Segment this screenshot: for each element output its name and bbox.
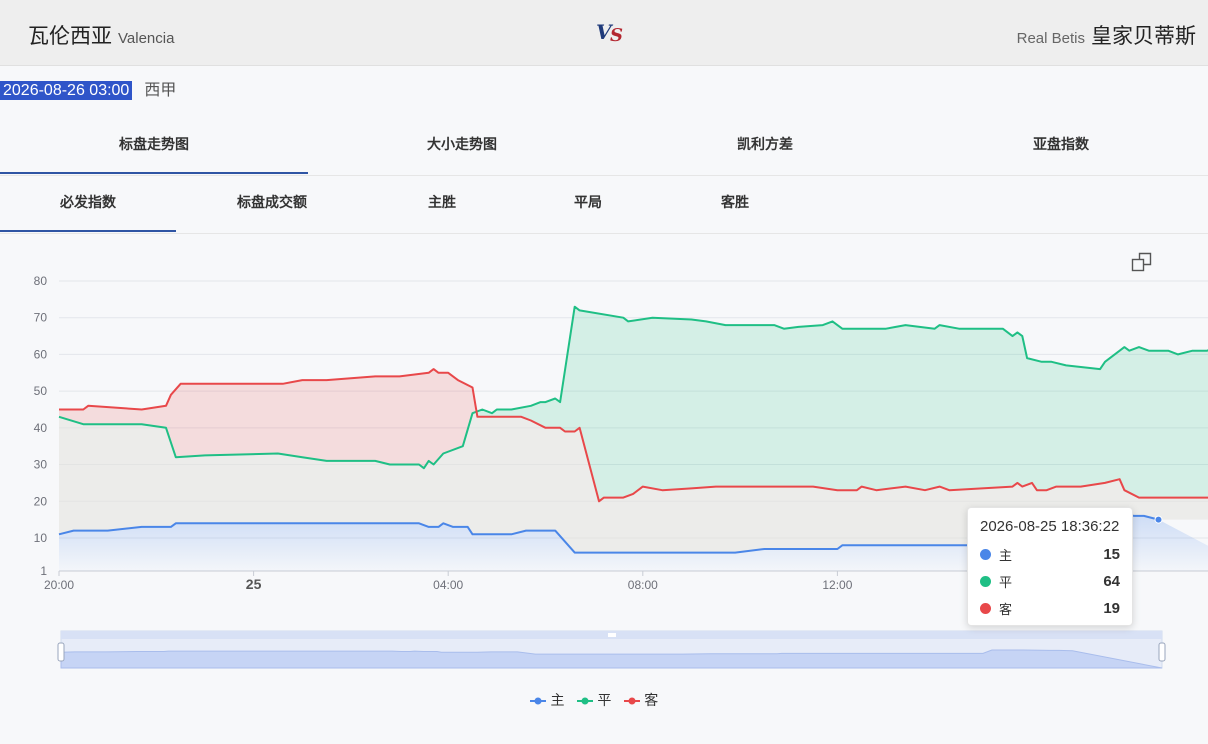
away-team-name-en: Real Betis	[1016, 30, 1085, 47]
tooltip-time: 2026-08-25 18:36:22	[980, 518, 1120, 535]
tooltip-value-home: 15	[1103, 546, 1120, 563]
tooltip-row-away: 客 19	[980, 595, 1120, 622]
y-tick-label: 10	[34, 531, 48, 545]
legend-item-draw[interactable]: 平	[576, 690, 612, 710]
match-header: 瓦伦西亚 Valencia V S Real Betis 皇家贝蒂斯	[0, 0, 1208, 66]
subtab-volume[interactable]: 标盘成交额	[176, 176, 368, 232]
y-tick-label: 20	[34, 494, 48, 508]
y-tick-label: 80	[34, 274, 48, 288]
match-info: 2026-08-26 03:00 西甲	[0, 76, 176, 100]
x-tick-label: 25	[246, 576, 262, 592]
tooltip-row-draw: 平 64	[980, 568, 1120, 595]
x-tick-label: 04:00	[433, 578, 463, 592]
x-tick-label: 20:00	[44, 578, 74, 592]
data-zoom-slider[interactable]	[57, 630, 1166, 669]
tooltip-value-away: 19	[1103, 600, 1120, 617]
series-point-home	[1154, 515, 1163, 524]
home-team-name-cn: 瓦伦西亚	[28, 24, 112, 48]
x-tick-label: 08:00	[628, 578, 658, 592]
chart-legend: 主 平 客	[530, 690, 666, 710]
tooltip-dot-away	[980, 603, 991, 614]
y-tick-label: 50	[34, 384, 48, 398]
vs-logo: V S	[596, 20, 630, 48]
subtab-betfair-index[interactable]: 必发指数	[0, 176, 176, 232]
zoom-handle-left	[57, 642, 65, 662]
tooltip-dot-home	[980, 549, 991, 560]
home-team[interactable]: 瓦伦西亚 Valencia	[28, 20, 174, 50]
legend-item-home[interactable]: 主	[530, 690, 564, 710]
tab-asian-handicap[interactable]: 亚盘指数	[914, 118, 1208, 174]
y-tick-label: 1	[40, 564, 47, 578]
vs-logo-s: S	[610, 25, 623, 46]
tooltip-label-home: 主	[999, 549, 1013, 564]
tab-kelly-variance[interactable]: 凯利方差	[616, 118, 914, 174]
y-axis: 1 10 20 30 40 50 60 70 80	[34, 274, 48, 578]
legend-label-home: 主	[550, 693, 565, 709]
x-axis: 20:00 25 04:00 08:00 12:00	[44, 571, 853, 592]
tab-handicap-trend[interactable]: 标盘走势图	[0, 118, 308, 174]
x-tick-label: 12:00	[822, 578, 852, 592]
legend-label-draw: 平	[597, 693, 612, 709]
y-tick-label: 40	[34, 421, 48, 435]
zoom-grip	[608, 633, 616, 637]
tooltip-dot-draw	[980, 576, 991, 587]
away-team-name-cn: 皇家贝蒂斯	[1091, 24, 1196, 48]
y-tick-label: 30	[34, 458, 48, 472]
y-tick-label: 70	[34, 311, 48, 325]
subtab-draw[interactable]: 平局	[516, 176, 660, 232]
y-tick-label: 60	[34, 347, 48, 361]
home-team-name-en: Valencia	[118, 30, 175, 47]
subtab-home-win[interactable]: 主胜	[368, 176, 516, 232]
tab-over-under-trend[interactable]: 大小走势图	[308, 118, 616, 174]
tooltip-label-draw: 平	[999, 576, 1013, 591]
tooltip-label-away: 客	[999, 603, 1013, 618]
main-tabs: 标盘走势图 大小走势图 凯利方差 亚盘指数	[0, 118, 1208, 176]
zoom-handle-right	[1158, 642, 1166, 662]
sub-tabs: 必发指数 标盘成交额 主胜 平局 客胜	[0, 176, 1208, 234]
tooltip-value-draw: 64	[1103, 573, 1120, 590]
legend-label-away: 客	[644, 693, 659, 709]
subtab-away-win[interactable]: 客胜	[660, 176, 810, 232]
match-datetime: 2026-08-26 03:00	[0, 81, 133, 100]
away-team[interactable]: Real Betis 皇家贝蒂斯	[1017, 20, 1196, 50]
league-name[interactable]: 西甲	[144, 80, 176, 99]
tooltip-row-home: 主 15	[980, 541, 1120, 568]
chart-tooltip: 2026-08-25 18:36:22 主 15 平 64 客 19	[967, 507, 1133, 626]
legend-item-away[interactable]: 客	[623, 690, 659, 710]
